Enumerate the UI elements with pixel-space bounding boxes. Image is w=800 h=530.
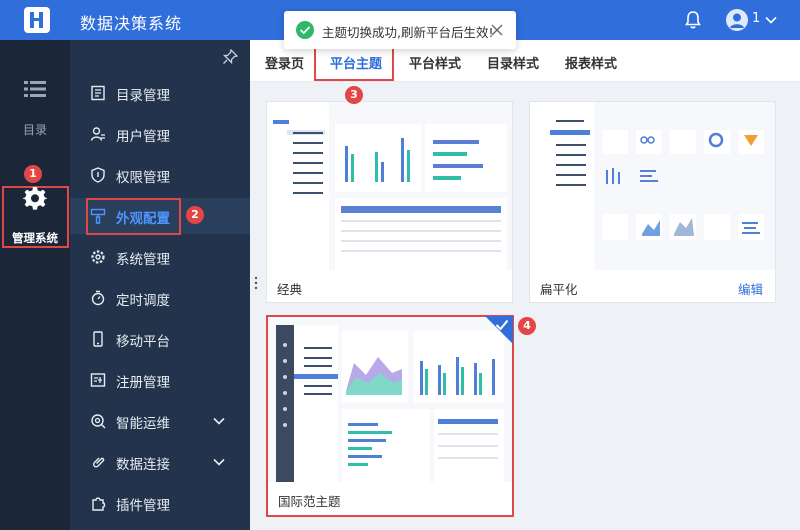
pin-icon[interactable] [222,49,238,65]
step-badge-3: 3 [345,86,363,104]
theme-preview-classic [267,102,512,270]
app-title: 数据决策系统 [80,14,183,33]
user-icon [90,127,105,141]
theme-label-flat: 扁平化 [540,282,578,297]
list-icon[interactable] [24,80,46,98]
theme-card-flat[interactable]: 扁平化 编辑 [529,101,776,303]
check-icon [495,319,509,331]
theme-label-classic: 经典 [277,282,303,297]
sidebar-item-label: 移动平台 [116,334,170,350]
app-logo[interactable] [24,7,50,33]
tab-catalog-style[interactable]: 目录样式 [487,53,539,72]
edit-flat-theme-link[interactable]: 编辑 [738,279,763,298]
sidebar-item-label: 系统管理 [116,252,170,268]
step-badge-1: 1 [24,165,42,183]
primary-rail [0,40,70,530]
catalog-icon [91,85,105,101]
close-icon[interactable] [490,23,504,37]
rail-item-admin[interactable]: 管理系统 [0,230,70,246]
register-icon [90,373,106,387]
sidebar-item-user-management[interactable]: 用户管理 [70,116,250,152]
sidebar-item-data-connection[interactable]: 数据连接 [70,444,250,480]
toast-message: 主题切换成功,刷新平台后生效! [322,25,494,40]
chevron-down-icon[interactable] [212,414,226,428]
plugin-icon [92,497,106,511]
step-badge-2: 2 [186,206,204,224]
stopwatch-icon [91,290,105,306]
sidebar-item-label: 数据连接 [116,457,170,473]
sidebar-item-plugin-management[interactable]: 插件管理 [70,485,250,521]
tab-report-style[interactable]: 报表样式 [565,53,617,72]
sidebar-item-label: 智能运维 [116,416,170,432]
sidebar-item-label: 定时调度 [116,293,170,309]
theme-card-classic[interactable]: 经典 [266,101,513,303]
sidebar-item-label: 用户管理 [116,129,170,145]
check-circle-icon [296,21,314,39]
tab-highlight [314,44,394,81]
sidebar-item-registration-management[interactable]: 注册管理 [70,362,250,398]
sidebar-item-catalog-management[interactable]: 目录管理 [70,75,250,111]
sidebar-item-label: 权限管理 [116,170,170,186]
sidebar-item-intelligent-ops[interactable]: 智能运维 [70,403,250,439]
mobile-icon [93,331,103,347]
sidebar-item-mobile-platform[interactable]: 移动平台 [70,321,250,357]
ops-icon [91,414,106,429]
user-avatar-icon[interactable] [726,9,748,31]
sidebar-item-scheduled-tasks[interactable]: 定时调度 [70,280,250,316]
bell-icon[interactable] [684,10,702,30]
success-toast: 主题切换成功,刷新平台后生效! [284,11,516,49]
rail-item-catalog[interactable]: 目录 [0,121,70,138]
theme-preview-international [268,317,512,482]
sidebar-active-highlight [86,198,181,235]
tab-platform-style[interactable]: 平台样式 [409,53,461,72]
sidebar-item-label: 目录管理 [116,88,170,104]
tab-login-page[interactable]: 登录页 [265,53,304,72]
theme-preview-flat [530,102,775,270]
step-badge-4: 4 [518,317,536,335]
sidebar-item-permission-management[interactable]: 权限管理 [70,157,250,193]
sidebar-item-label: 注册管理 [116,375,170,391]
sidebar-item-label: 插件管理 [116,498,170,514]
theme-card-international[interactable]: 国际范主题 [266,315,514,517]
shield-icon [91,167,105,183]
sidebar-item-system-management[interactable]: 系统管理 [70,239,250,275]
drag-handle-icon[interactable] [254,276,258,290]
chevron-down-icon[interactable] [212,455,226,469]
gear-icon[interactable] [23,186,47,210]
gear-icon [91,250,105,264]
chevron-down-icon[interactable] [764,13,778,27]
user-name[interactable]: 1 [752,11,760,26]
theme-label-international: 国际范主题 [278,494,341,509]
link-icon [92,457,105,468]
